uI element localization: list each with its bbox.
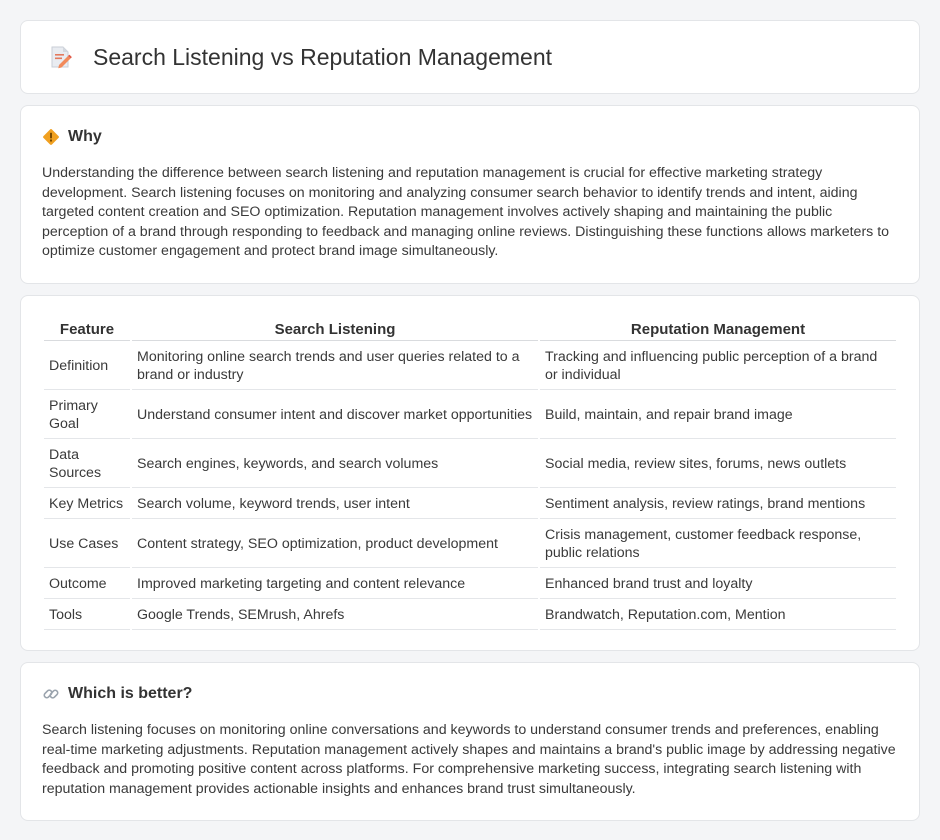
row-reputation-management: Crisis management, customer feedback res… <box>540 521 896 568</box>
header-search-listening: Search Listening <box>132 320 538 341</box>
row-search-listening: Improved marketing targeting and content… <box>132 570 538 599</box>
table-header-row: Feature Search Listening Reputation Mana… <box>44 320 896 341</box>
row-search-listening: Understand consumer intent and discover … <box>132 392 538 439</box>
row-feature: Definition <box>44 343 130 390</box>
why-title: Why <box>68 128 102 145</box>
title-card: Search Listening vs Reputation Managemen… <box>20 20 920 94</box>
row-search-listening: Content strategy, SEO optimization, prod… <box>132 521 538 568</box>
table-row: Key Metrics Search volume, keyword trend… <box>44 490 896 519</box>
row-reputation-management: Build, maintain, and repair brand image <box>540 392 896 439</box>
link-icon <box>42 685 60 703</box>
why-section: Why Understanding the difference between… <box>20 105 920 284</box>
row-feature: Data Sources <box>44 441 130 488</box>
table-row: Outcome Improved marketing targeting and… <box>44 570 896 599</box>
diamond-warning-icon <box>42 128 60 146</box>
row-reputation-management: Sentiment analysis, review ratings, bran… <box>540 490 896 519</box>
table-row: Primary Goal Understand consumer intent … <box>44 392 896 439</box>
table-row: Data Sources Search engines, keywords, a… <box>44 441 896 488</box>
row-reputation-management: Tracking and influencing public percepti… <box>540 343 896 390</box>
table-row: Use Cases Content strategy, SEO optimiza… <box>44 521 896 568</box>
header-reputation-management: Reputation Management <box>540 320 896 341</box>
comparison-table-card: Feature Search Listening Reputation Mana… <box>20 295 920 651</box>
row-search-listening: Monitoring online search trends and user… <box>132 343 538 390</box>
row-search-listening: Search engines, keywords, and search vol… <box>132 441 538 488</box>
better-text: Search listening focuses on monitoring o… <box>42 722 896 797</box>
row-feature: Outcome <box>44 570 130 599</box>
better-title: Which is better? <box>68 685 193 702</box>
better-header: Which is better? <box>42 685 898 703</box>
row-feature: Use Cases <box>44 521 130 568</box>
row-feature: Primary Goal <box>44 392 130 439</box>
row-reputation-management: Brandwatch, Reputation.com, Mention <box>540 601 896 630</box>
document-pencil-icon <box>47 44 73 70</box>
row-search-listening: Search volume, keyword trends, user inte… <box>132 490 538 519</box>
row-feature: Key Metrics <box>44 490 130 519</box>
table-row: Tools Google Trends, SEMrush, Ahrefs Bra… <box>44 601 896 630</box>
table-row: Definition Monitoring online search tren… <box>44 343 896 390</box>
page-title: Search Listening vs Reputation Managemen… <box>93 43 553 70</box>
row-reputation-management: Enhanced brand trust and loyalty <box>540 570 896 599</box>
row-search-listening: Google Trends, SEMrush, Ahrefs <box>132 601 538 630</box>
comparison-table: Feature Search Listening Reputation Mana… <box>42 318 898 632</box>
row-reputation-management: Social media, review sites, forums, news… <box>540 441 896 488</box>
header-feature: Feature <box>44 320 130 341</box>
why-text: Understanding the difference between sea… <box>42 165 890 260</box>
row-feature: Tools <box>44 601 130 630</box>
why-header: Why <box>42 128 898 146</box>
which-is-better-section: Which is better? Search listening focuse… <box>20 662 920 821</box>
